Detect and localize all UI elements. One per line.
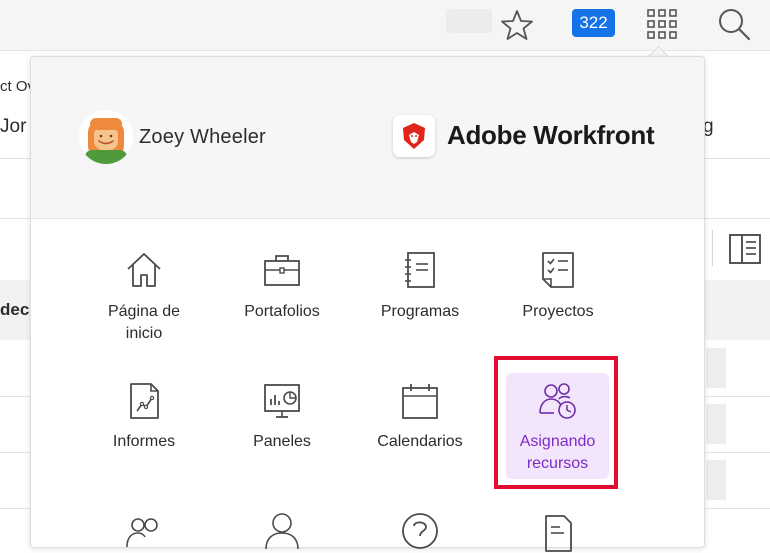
menu-item-documents[interactable] xyxy=(502,509,614,552)
grid-apps-icon[interactable] xyxy=(646,8,678,40)
menu-item-label: Página de inicio xyxy=(107,303,181,342)
avatar-illustration xyxy=(85,118,127,164)
menu-item-people[interactable] xyxy=(226,509,338,550)
calendar-icon xyxy=(402,384,438,419)
column-header: dec xyxy=(0,300,30,319)
home-icon xyxy=(127,253,161,287)
help-icon xyxy=(402,513,438,549)
main-menu-panel: Zoey Wheeler Adobe Workfront Página de i… xyxy=(30,56,705,552)
user-icon xyxy=(265,513,299,550)
menu-item-label: Proyectos xyxy=(522,303,594,320)
divider xyxy=(712,230,713,266)
panel-layout-icon[interactable] xyxy=(729,234,761,264)
menu-item-label: Programas xyxy=(380,303,460,320)
avatar[interactable] xyxy=(79,110,133,164)
menu-item-home[interactable]: Página de inicio xyxy=(88,245,200,345)
notification-count-badge[interactable]: 322 xyxy=(572,9,615,37)
user-name: Zoey Wheeler xyxy=(139,126,266,148)
brand-name: Adobe Workfront xyxy=(447,120,655,150)
menu-item-calendars[interactable]: Calendarios xyxy=(364,373,476,483)
menu-item-label: Portafolios xyxy=(244,303,320,320)
table-cell xyxy=(706,460,726,500)
dashboard-icon xyxy=(264,384,300,418)
menu-item-programs[interactable]: Programas xyxy=(364,245,476,345)
menu-item-teams[interactable] xyxy=(88,509,200,549)
menu-item-label: Calendarios xyxy=(377,433,463,450)
menu-item-label: Paneles xyxy=(253,433,311,450)
team-icon xyxy=(126,518,158,548)
menu-item-portfolios[interactable]: Portafolios xyxy=(226,245,338,345)
notebook-icon xyxy=(405,252,435,288)
clipboard-checklist-icon xyxy=(542,252,574,288)
briefcase-icon xyxy=(264,255,300,286)
menu-item-help[interactable] xyxy=(364,509,476,549)
report-document-icon xyxy=(130,383,159,419)
menu-item-projects[interactable]: Proyectos xyxy=(502,245,614,345)
document-list-icon xyxy=(545,515,572,552)
menu-item-label: Informes xyxy=(112,433,176,450)
top-bar: 322 xyxy=(0,0,770,51)
search-icon[interactable] xyxy=(716,6,752,42)
menu-item-dashboards[interactable]: Paneles xyxy=(226,373,338,483)
background-text-fragment: Jor xyxy=(0,116,27,137)
panel-header: Zoey Wheeler Adobe Workfront xyxy=(31,57,704,219)
highlight-callout xyxy=(494,356,618,489)
menu-item-reports[interactable]: Informes xyxy=(88,373,200,483)
table-cell xyxy=(706,404,726,444)
table-cell xyxy=(706,348,726,388)
toolbar-placeholder xyxy=(446,9,492,33)
workfront-lion-icon xyxy=(403,123,425,149)
star-icon[interactable] xyxy=(500,8,534,42)
workfront-logo xyxy=(393,115,435,157)
